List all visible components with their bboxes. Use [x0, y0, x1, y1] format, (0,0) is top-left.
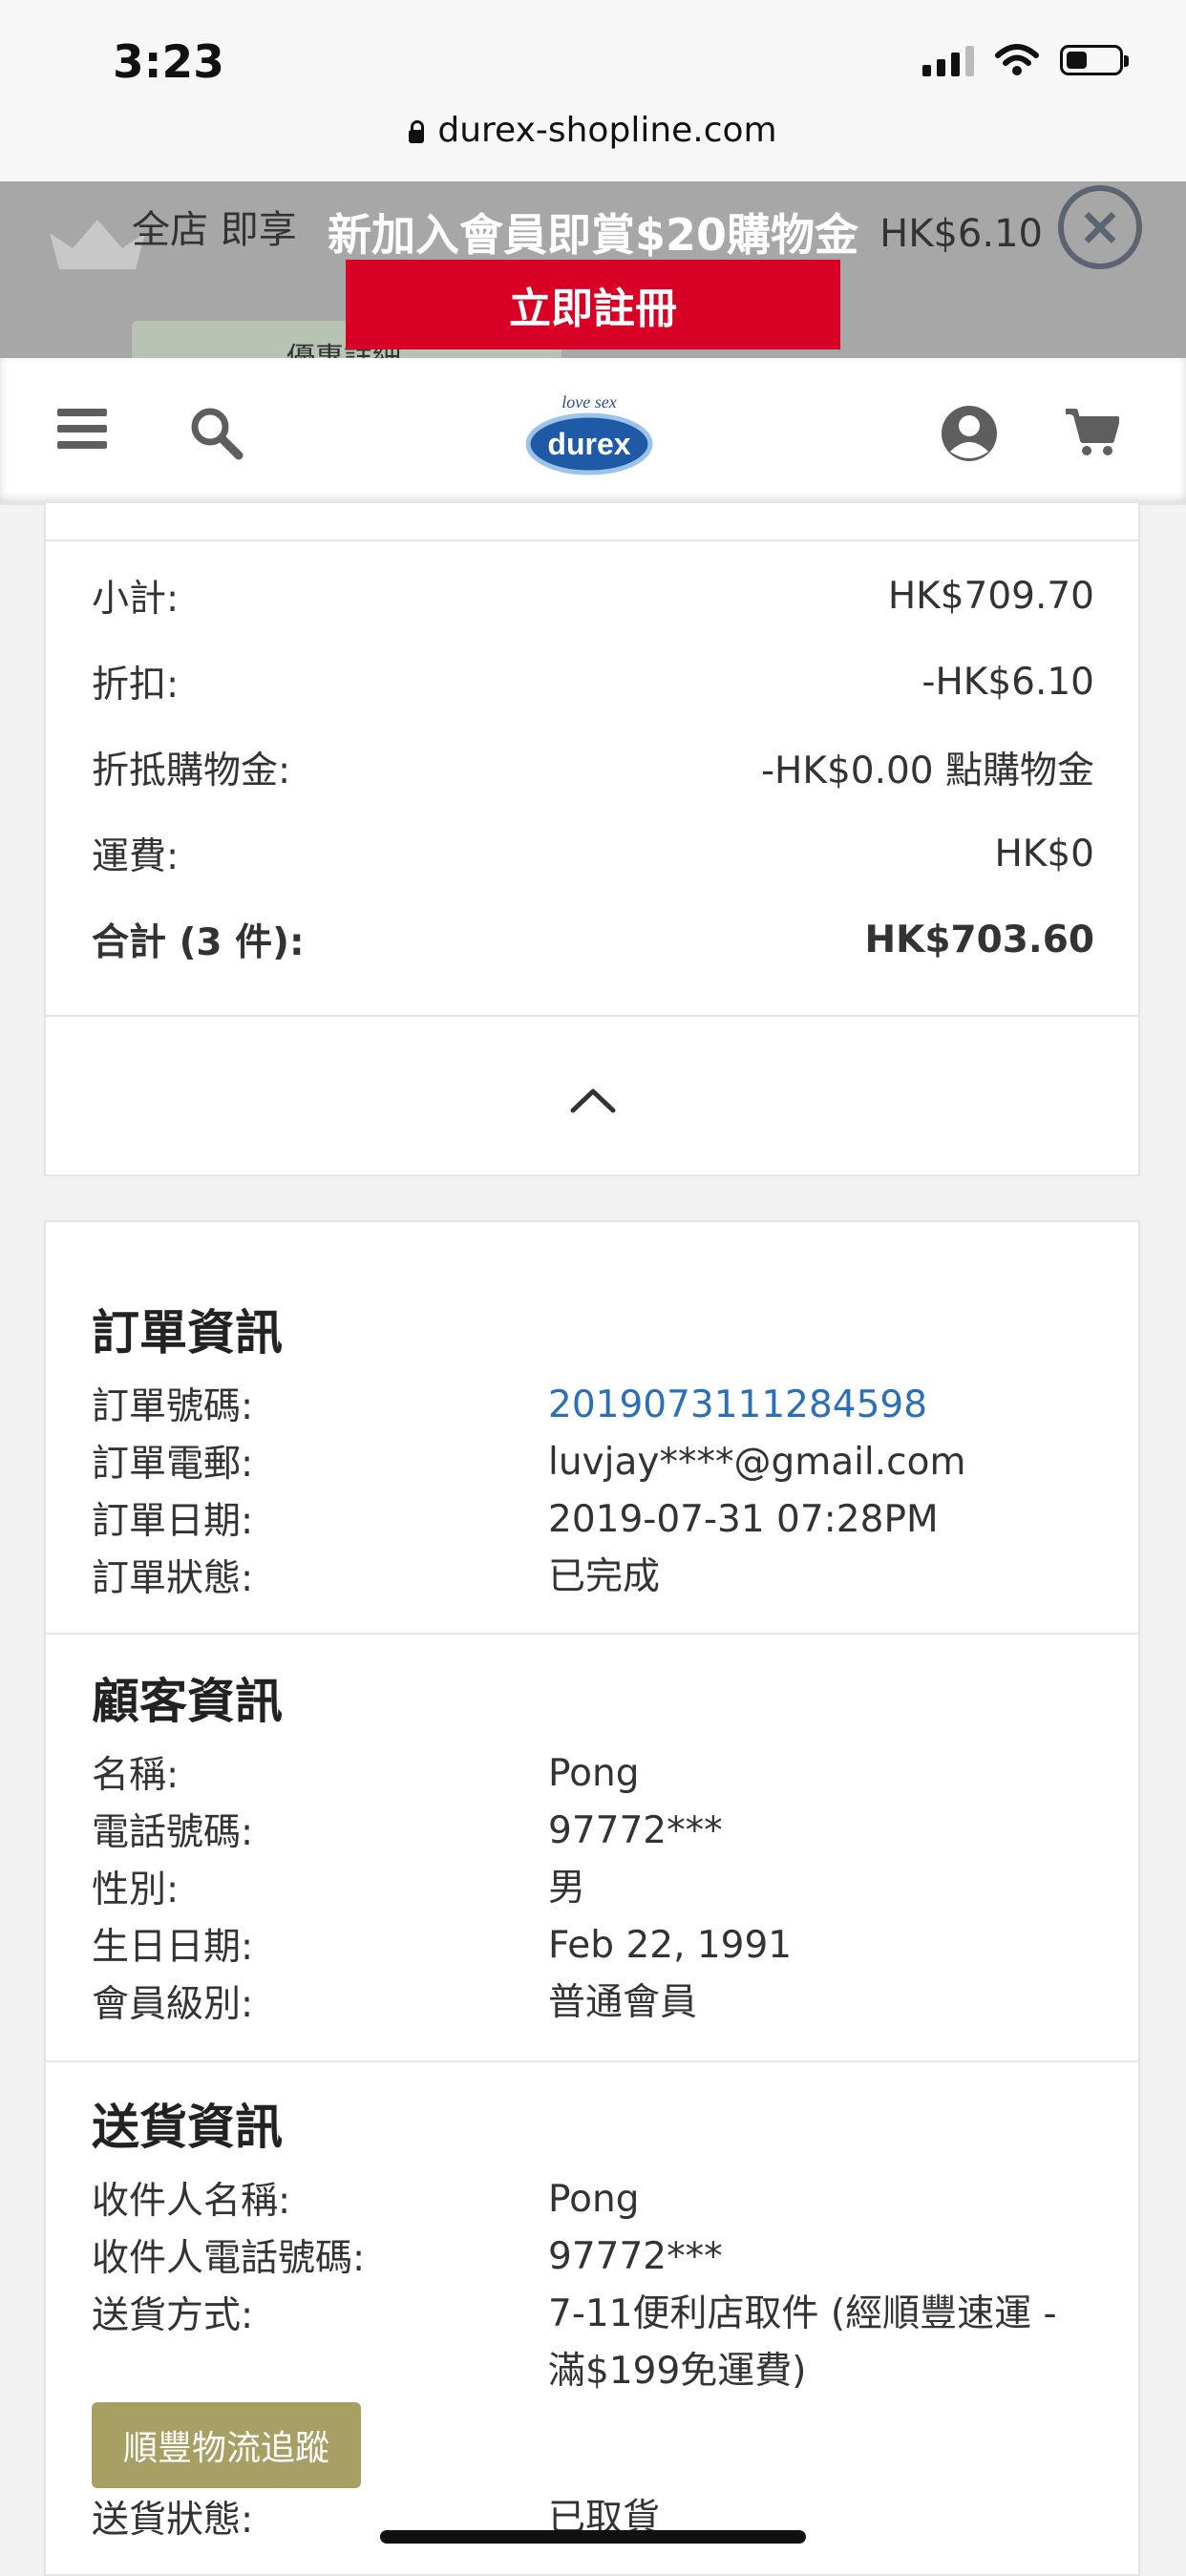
customer-name-row: 名稱: Pong — [92, 1745, 1100, 1803]
url-text: durex-shopline.com — [437, 111, 777, 150]
status-icons — [922, 44, 1129, 76]
account-icon[interactable] — [940, 404, 999, 463]
recipient-name-row: 收件人名稱: Pong — [92, 2171, 1100, 2228]
order-status-label: 訂單狀態: — [92, 1557, 254, 1600]
site-header: love sex durex — [0, 358, 1186, 505]
delivery-method-value: 7-11便利店取件 (經順豐速運 - 滿$199免運費) — [548, 2292, 1057, 2393]
delivery-method-row: 送貨方式: 7-11便利店取件 (經順豐速運 - 滿$199免運費) — [92, 2286, 1100, 2400]
shipping-label: 運費: — [92, 835, 180, 878]
discount-value: -HK$6.10 — [921, 660, 1094, 704]
order-email-value: luvjay****@gmail.com — [548, 1441, 966, 1484]
customer-name-label: 名稱: — [92, 1754, 180, 1797]
recipient-name-label: 收件人名稱: — [92, 2180, 291, 2223]
total-row: 合計 (3 件): HK$703.60 — [92, 911, 1094, 968]
status-time: 3:23 — [113, 36, 224, 89]
customer-tier-row: 會員級別: 普通會員 — [92, 1974, 1100, 2032]
order-date-label: 訂單日期: — [92, 1500, 254, 1543]
total-value: HK$703.60 — [864, 918, 1095, 961]
customer-phone-row: 電話號碼: 97772*** — [92, 1803, 1100, 1860]
discount-label: 折扣: — [92, 664, 180, 707]
address-bar[interactable]: durex-shopline.com — [0, 111, 1186, 150]
customer-info-title: 顧客資訊 — [92, 1674, 283, 1729]
order-summary-card: 小計: HK$709.70 折扣: -HK$6.10 折抵購物金: -HK$0.… — [44, 503, 1140, 1176]
svg-text:love sex: love sex — [561, 392, 616, 412]
signal-icon — [922, 44, 974, 76]
order-info-card: 訂單資訊 訂單號碼: 2019073111284598 訂單電郵: luvjay… — [44, 1220, 1140, 2576]
register-button[interactable]: 立即註冊 — [346, 260, 840, 349]
home-indicator[interactable] — [380, 2530, 806, 2544]
customer-birthday-value: Feb 22, 1991 — [548, 1924, 793, 1967]
order-info-title: 訂單資訊 — [92, 1305, 283, 1361]
customer-tier-label: 會員級別: — [92, 1983, 254, 2026]
search-icon[interactable] — [187, 404, 244, 461]
cart-icon[interactable] — [1064, 406, 1119, 457]
recipient-name-value: Pong — [548, 2178, 640, 2221]
customer-gender-label: 性別: — [92, 1869, 180, 1911]
discount-row: 折扣: -HK$6.10 — [92, 653, 1094, 710]
delivery-method-label: 送貨方式: — [92, 2294, 254, 2337]
order-email-label: 訂單電郵: — [92, 1443, 254, 1486]
subtotal-label: 小計: — [92, 578, 180, 621]
recipient-phone-value: 97772*** — [548, 2235, 723, 2278]
order-date-value: 2019-07-31 07:28PM — [548, 1498, 939, 1541]
promo-title: 新加入會員即賞$20購物金 — [327, 209, 859, 261]
recipient-phone-label: 收件人電話號碼: — [92, 2237, 366, 2280]
customer-gender-row: 性別: 男 — [92, 1860, 1100, 1917]
status-bar: 3:23 durex-shopline.com — [0, 0, 1186, 181]
customer-birthday-row: 生日日期: Feb 22, 1991 — [92, 1917, 1100, 1974]
credit-label: 折抵購物金: — [92, 750, 291, 792]
order-number-row: 訂單號碼: 2019073111284598 — [92, 1377, 1100, 1434]
delivery-info-title: 送貨資訊 — [92, 2100, 283, 2155]
order-status-value: 已完成 — [548, 1555, 661, 1598]
order-number-label: 訂單號碼: — [92, 1385, 254, 1428]
svg-text:durex: durex — [547, 427, 630, 461]
promo-banner: 全店 即享 HK$6.10 優惠詳細 新加入會員即賞$20購物金 立即註冊 × — [0, 181, 1186, 358]
credit-row: 折抵購物金: -HK$0.00 點購物金 — [92, 739, 1094, 796]
chevron-up-icon[interactable] — [569, 1084, 617, 1116]
shipping-value: HK$0 — [994, 832, 1094, 876]
customer-phone-value: 97772*** — [548, 1809, 723, 1852]
credit-value: -HK$0.00 點購物金 — [760, 750, 1094, 792]
customer-tier-value: 普通會員 — [548, 1981, 698, 2024]
shipping-row: 運費: HK$0 — [92, 825, 1094, 882]
wifi-icon — [995, 44, 1039, 75]
battery-icon — [1060, 45, 1129, 75]
durex-logo[interactable]: love sex durex — [521, 381, 657, 480]
order-status-row: 訂單狀態: 已完成 — [92, 1549, 1100, 1606]
lock-icon — [409, 120, 425, 143]
order-date-row: 訂單日期: 2019-07-31 07:28PM — [92, 1491, 1100, 1549]
customer-name-value: Pong — [548, 1752, 640, 1795]
recipient-phone-row: 收件人電話號碼: 97772*** — [92, 2228, 1100, 2286]
order-email-row: 訂單電郵: luvjay****@gmail.com — [92, 1434, 1100, 1491]
total-label: 合計 (3 件): — [92, 921, 305, 964]
order-number-link[interactable]: 2019073111284598 — [548, 1377, 1100, 1434]
menu-icon[interactable] — [57, 409, 107, 449]
close-icon[interactable]: × — [1058, 185, 1142, 269]
subtotal-value: HK$709.70 — [887, 574, 1094, 618]
subtotal-row: 小計: HK$709.70 — [92, 567, 1094, 624]
sf-tracking-button[interactable]: 順豐物流追蹤 — [92, 2402, 361, 2488]
customer-birthday-label: 生日日期: — [92, 1926, 254, 1969]
customer-gender-value: 男 — [548, 1867, 586, 1910]
customer-phone-label: 電話號碼: — [92, 1811, 254, 1854]
